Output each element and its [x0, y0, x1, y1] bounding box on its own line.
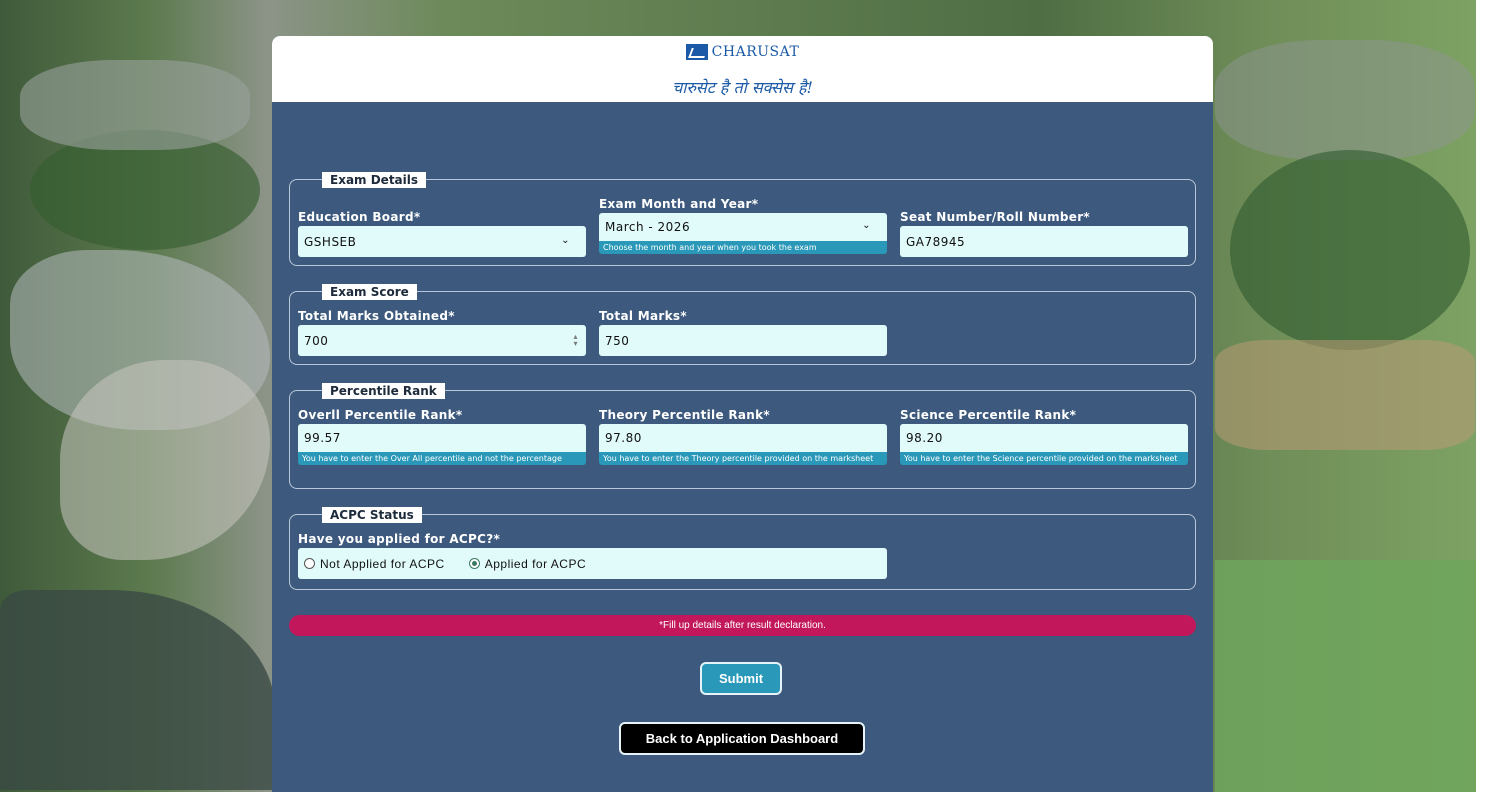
chevron-down-icon: ⌄ [862, 220, 871, 231]
submit-button[interactable]: Submit [700, 662, 782, 695]
background-construction [1215, 340, 1475, 450]
input-value: 98.20 [906, 431, 943, 445]
percentile-rank-section: Percentile Rank Overll Percentile Rank* … [289, 383, 1196, 489]
field-label: Total Marks Obtained* [298, 309, 455, 323]
result-notice: *Fill up details after result declaratio… [289, 615, 1196, 636]
seat-number-field: Seat Number/Roll Number* GA78945 [900, 210, 1188, 257]
overall-percentile-input[interactable]: 99.57 [298, 424, 586, 452]
section-legend: Exam Score [322, 284, 417, 300]
input-value: 97.80 [605, 431, 642, 445]
radio-button[interactable] [304, 558, 315, 569]
total-marks-field: Total Marks* 750 [599, 309, 887, 356]
background-lake [0, 590, 275, 790]
field-label: Seat Number/Roll Number* [900, 210, 1091, 224]
exam-month-year-field: Exam Month and Year* March - 2026 ⌄ Choo… [599, 197, 887, 254]
science-percentile-field: Science Percentile Rank* 98.20 You have … [900, 408, 1188, 465]
tagline: चारुसेट है तो सक्सेस है! [672, 78, 813, 97]
acpc-question-field: Have you applied for ACPC?* Not Applied … [298, 532, 887, 579]
section-legend: Exam Details [322, 172, 427, 188]
background-building [1215, 40, 1475, 160]
field-label: Theory Percentile Rank* [599, 408, 770, 422]
input-value: 99.57 [304, 431, 341, 445]
field-label: Education Board* [298, 210, 421, 224]
radio-not-applied[interactable]: Not Applied for ACPC [304, 557, 445, 571]
back-to-dashboard-button[interactable]: Back to Application Dashboard [619, 722, 865, 755]
field-label: Have you applied for ACPC?* [298, 532, 501, 546]
theory-percentile-input[interactable]: 97.80 [599, 424, 887, 452]
overall-percentile-field: Overll Percentile Rank* 99.57 You have t… [298, 408, 586, 465]
theory-percentile-field: Theory Percentile Rank* 97.80 You have t… [599, 408, 887, 465]
field-label: Science Percentile Rank* [900, 408, 1077, 422]
logo-text: CHARUSAT [711, 44, 800, 60]
input-value: 750 [605, 333, 630, 348]
field-hint: Choose the month and year when you took … [599, 241, 887, 254]
section-legend: ACPC Status [322, 507, 422, 523]
acpc-radio-group: Not Applied for ACPC Applied for ACPC [298, 548, 887, 579]
number-spinner-icon[interactable]: ▴ ▾ [573, 333, 578, 348]
input-value: 700 [304, 333, 329, 348]
exam-month-year-select[interactable]: March - 2026 ⌄ [599, 213, 887, 241]
select-value: March - 2026 [605, 220, 691, 234]
radio-label: Applied for ACPC [484, 556, 587, 571]
total-obtained-field: Total Marks Obtained* 700 ▴ ▾ [298, 309, 586, 356]
exam-details-section: Exam Details Education Board* GSHSEB ⌄ E… [289, 172, 1196, 266]
seat-number-input[interactable]: GA78945 [900, 226, 1188, 257]
section-legend: Percentile Rank [322, 383, 445, 399]
education-board-select[interactable]: GSHSEB ⌄ [298, 226, 586, 257]
exam-score-section: Exam Score Total Marks Obtained* 700 ▴ ▾ … [289, 284, 1196, 365]
input-value: GA78945 [906, 234, 966, 249]
radio-label: Not Applied for ACPC [320, 556, 445, 571]
logo-icon [685, 44, 708, 60]
background-building [60, 360, 270, 560]
field-label: Exam Month and Year* [599, 197, 759, 211]
page-edge [1476, 0, 1486, 792]
background-trees [1230, 150, 1470, 350]
acpc-status-section: ACPC Status Have you applied for ACPC?* … [289, 507, 1196, 590]
total-marks-input[interactable]: 750 [599, 325, 887, 356]
field-hint: You have to enter the Over All percentil… [298, 452, 586, 465]
field-hint: You have to enter the Theory percentile … [599, 452, 887, 465]
chevron-down-icon: ⌄ [561, 235, 570, 246]
select-value: GSHSEB [304, 234, 357, 249]
radio-applied[interactable]: Applied for ACPC [468, 556, 587, 571]
education-board-field: Education Board* GSHSEB ⌄ [298, 210, 586, 257]
science-percentile-input[interactable]: 98.20 [900, 424, 1188, 452]
background-field [1215, 560, 1480, 792]
radio-button-selected[interactable] [468, 558, 480, 569]
header: CHARUSAT चारुसेट है तो सक्सेस है! [272, 36, 1213, 102]
form-panel: CHARUSAT चारुसेट है तो सक्सेस है! Exam D… [272, 36, 1213, 792]
logo: CHARUSAT [272, 44, 1213, 60]
field-label: Total Marks* [599, 309, 687, 323]
field-label: Overll Percentile Rank* [298, 408, 463, 422]
background-building [20, 60, 250, 150]
field-hint: You have to enter the Science percentile… [900, 452, 1188, 465]
total-obtained-input[interactable]: 700 ▴ ▾ [298, 325, 586, 356]
